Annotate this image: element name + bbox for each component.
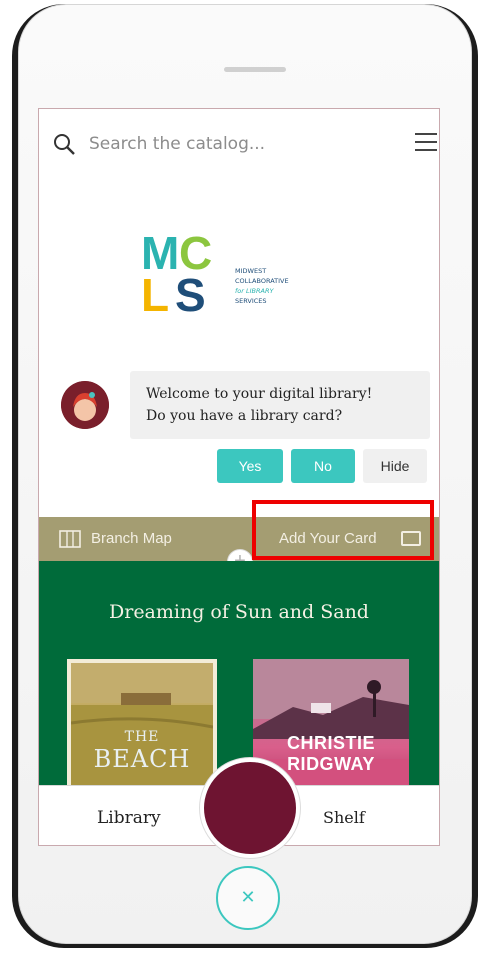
phone-speaker [224,67,286,72]
svg-text:S: S [175,269,206,319]
menu-icon[interactable] [415,133,437,153]
collection-title: Dreaming of Sun and Sand [109,601,369,623]
chat-message-line1: Welcome to your digital library! [146,386,373,402]
mcls-logo: M C L S MIDWEST COLLABORATIVE for LIBRAR… [141,229,289,319]
device-frame: ▾ M C L S MIDWEST COLLABORATIVE for LIBR… [0,0,479,954]
book1-title: THE BEACH [77,729,207,773]
no-button[interactable]: No [291,449,355,483]
map-icon [59,530,81,548]
svg-text:COLLABORATIVE: COLLABORATIVE [235,277,289,285]
nav-library-tab[interactable]: Library [97,808,161,828]
svg-text:for LIBRARY: for LIBRARY [235,287,274,295]
book1-title-small: THE [124,729,160,745]
chat-message-line2: Do you have a library card? [146,408,343,424]
nav-shelf-tab[interactable]: Shelf [323,808,365,827]
center-libby-button[interactable] [200,758,300,858]
chat-bubble: Welcome to your digital library! Do you … [130,371,430,439]
libby-face-icon [61,381,109,429]
book-cover-the-beach[interactable]: THE BEACH [67,659,217,789]
search-icon[interactable] [53,133,75,155]
svg-text:SERVICES: SERVICES [235,297,267,305]
add-card-highlight-box [252,500,434,560]
hide-button[interactable]: Hide [363,449,427,483]
branch-map-link[interactable]: Branch Map [91,530,172,547]
svg-text:MIDWEST: MIDWEST [235,267,266,275]
libby-avatar [61,381,109,429]
book1-title-large: BEACH [93,745,191,773]
yes-button[interactable]: Yes [217,449,283,483]
svg-text:L: L [141,269,169,319]
app-screen: ▾ M C L S MIDWEST COLLABORATIVE for LIBR… [38,108,440,846]
close-icon[interactable]: ✕ [216,866,280,930]
search-bar [39,109,439,171]
search-input[interactable] [89,131,349,157]
